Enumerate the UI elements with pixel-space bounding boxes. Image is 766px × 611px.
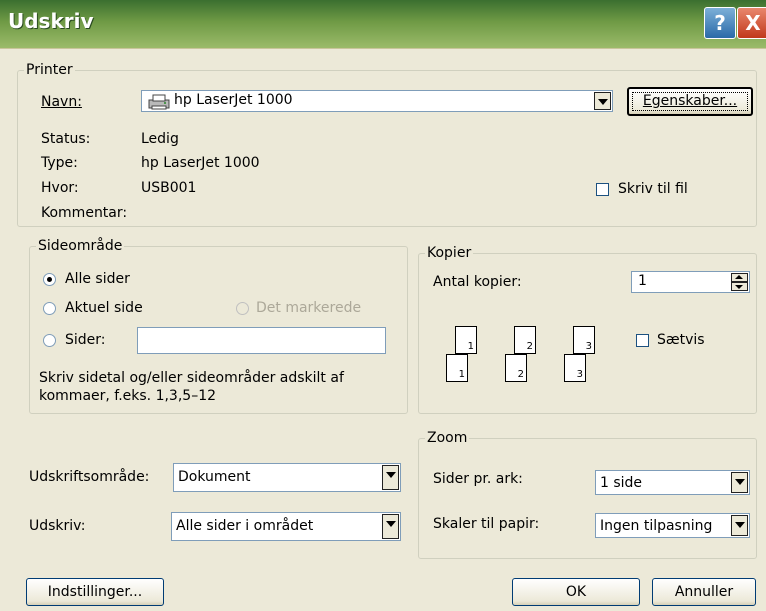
properties-button[interactable]: Egenskaber... bbox=[627, 87, 753, 116]
title-bar: Udskriv ? X bbox=[0, 0, 766, 49]
collate-page-back-3: 3 bbox=[573, 326, 595, 354]
current-page-label[interactable]: Aktuel side bbox=[65, 300, 143, 316]
print-what-select[interactable]: Dokument bbox=[173, 463, 401, 492]
comment-label: Kommentar: bbox=[41, 205, 128, 221]
ok-button[interactable]: OK bbox=[512, 578, 640, 606]
copies-down-arrow[interactable] bbox=[731, 282, 748, 291]
print-what-arrow[interactable] bbox=[382, 465, 399, 490]
print-dialog: Udskriv ? X Printer Navn: hp LaserJet 10… bbox=[0, 0, 766, 611]
selection-radio[interactable] bbox=[236, 302, 249, 315]
scale-to-paper-label: Skaler til papir: bbox=[433, 516, 540, 532]
collate-page-front-2: 2 bbox=[505, 354, 527, 382]
help-button[interactable]: ? bbox=[704, 7, 736, 39]
copies-stepper[interactable]: 1 bbox=[631, 271, 750, 293]
all-pages-label[interactable]: Alle sider bbox=[65, 271, 130, 287]
collate-page-front-3: 3 bbox=[564, 354, 586, 382]
scale-to-paper-select[interactable]: Ingen tilpasning bbox=[595, 513, 750, 538]
where-value: USB001 bbox=[141, 180, 197, 196]
copies-count-value: 1 bbox=[638, 273, 647, 289]
print-select[interactable]: Alle sider i området bbox=[171, 512, 401, 541]
options-button[interactable]: Indstillinger... bbox=[26, 578, 164, 606]
scale-to-paper-arrow[interactable] bbox=[731, 515, 748, 536]
page-range-legend: Sideområde bbox=[38, 238, 123, 254]
where-label: Hvor: bbox=[41, 180, 79, 196]
scale-to-paper-value: Ingen tilpasning bbox=[600, 518, 713, 534]
print-arrow[interactable] bbox=[382, 514, 399, 539]
type-value: hp LaserJet 1000 bbox=[141, 155, 260, 171]
collate-label[interactable]: Sætvis bbox=[657, 332, 705, 348]
printer-select-value: hp LaserJet 1000 bbox=[174, 92, 293, 108]
printer-legend: Printer bbox=[26, 62, 73, 78]
range-help-line-1: Skriv sidetal og/eller sideområder adski… bbox=[39, 370, 344, 386]
pages-per-sheet-value: 1 side bbox=[600, 475, 643, 491]
printer-dropdown-arrow[interactable] bbox=[594, 92, 611, 110]
printer-icon bbox=[148, 94, 170, 110]
print-value: Alle sider i området bbox=[176, 518, 314, 534]
zoom-legend: Zoom bbox=[427, 430, 468, 446]
print-to-file-label[interactable]: Skriv til fil bbox=[618, 181, 688, 197]
pages-radio[interactable] bbox=[43, 334, 56, 347]
current-page-radio[interactable] bbox=[43, 302, 56, 315]
cancel-button[interactable]: Annuller bbox=[652, 578, 756, 606]
copies-up-arrow[interactable] bbox=[731, 273, 748, 282]
copies-count-label: Antal kopier: bbox=[433, 274, 522, 290]
pages-input[interactable] bbox=[137, 327, 386, 354]
copies-legend: Kopier bbox=[427, 245, 472, 261]
print-to-file-checkbox[interactable] bbox=[596, 183, 609, 196]
pages-per-sheet-label: Sider pr. ark: bbox=[433, 471, 523, 487]
print-what-label: Udskriftsområde: bbox=[29, 469, 150, 485]
status-value: Ledig bbox=[141, 131, 179, 147]
collate-checkbox[interactable] bbox=[636, 334, 649, 347]
range-help-line-2: kommaer, f.eks. 1,3,5–12 bbox=[39, 388, 217, 404]
pages-label[interactable]: Sider: bbox=[65, 332, 106, 348]
all-pages-radio[interactable] bbox=[43, 273, 56, 286]
collate-page-back-1: 1 bbox=[455, 326, 477, 354]
close-button[interactable]: X bbox=[737, 7, 766, 39]
print-label: Udskriv: bbox=[29, 518, 86, 534]
type-label: Type: bbox=[41, 155, 78, 171]
status-label: Status: bbox=[41, 131, 91, 147]
pages-per-sheet-select[interactable]: 1 side bbox=[595, 470, 750, 495]
dialog-title: Udskriv bbox=[8, 9, 94, 33]
print-what-value: Dokument bbox=[178, 469, 251, 485]
printer-name-label: Navn: bbox=[41, 94, 82, 110]
selection-label: Det markerede bbox=[256, 300, 362, 316]
collate-page-front-1: 1 bbox=[446, 354, 468, 382]
collate-page-back-2: 2 bbox=[514, 326, 536, 354]
pages-per-sheet-arrow[interactable] bbox=[731, 472, 748, 493]
printer-select[interactable]: hp LaserJet 1000 bbox=[141, 90, 613, 112]
